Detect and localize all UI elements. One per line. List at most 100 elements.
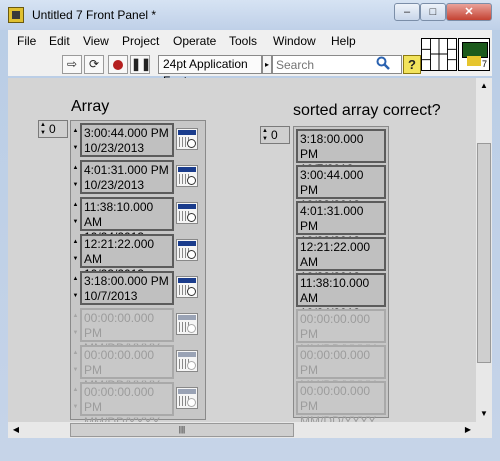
element-spinner-icon[interactable]: ▲ ▼ [72, 271, 79, 305]
vi-icon[interactable]: 7 [458, 38, 490, 71]
scroll-right-icon[interactable]: ▶ [462, 424, 474, 436]
element-spinner-icon[interactable]: ▲ ▼ [72, 234, 79, 268]
front-panel-window: Untitled 7 Front Panel * – □ ✕ File Edit… [0, 0, 500, 461]
sorted-index-display[interactable]: ▲ ▼ 0 [260, 126, 290, 144]
horizontal-scrollbar[interactable]: ◀ ||| ▶ [8, 422, 476, 438]
calendar-icon[interactable] [176, 313, 198, 335]
calendar-icon[interactable] [176, 239, 198, 261]
timestamp-time: 00:00:00.000 PM [300, 384, 371, 413]
element-spinner-icon[interactable]: ▲ ▼ [72, 382, 79, 416]
vertical-scrollbar[interactable]: ▲ ▼ [476, 78, 492, 422]
array-index-display[interactable]: ▲ ▼ 0 [38, 120, 68, 138]
menu-help[interactable]: Help [331, 34, 356, 48]
index-spinner-icon[interactable]: ▲ ▼ [261, 127, 269, 143]
sorted_indicator-item: 3:18:00.000 PM10/7/2013 [296, 129, 386, 176]
timestamp-time: 00:00:00.000 PM [84, 311, 155, 340]
scroll-left-icon[interactable]: ◀ [10, 424, 22, 436]
array_control-item[interactable]: ▲▼12:21:22.000 AM10/23/2013 [72, 234, 202, 281]
abort-icon[interactable] [108, 55, 128, 74]
minimize-button[interactable]: – [394, 3, 420, 21]
font-selector[interactable]: 24pt Application Font [158, 55, 262, 88]
calendar-icon[interactable] [176, 165, 198, 187]
align-arrow-icon[interactable]: ▸ [262, 55, 272, 74]
array-index-value[interactable]: 0 [49, 122, 56, 136]
element-spinner-icon[interactable]: ▲ ▼ [72, 345, 79, 379]
calendar-icon[interactable] [176, 128, 198, 150]
element-spinner-icon[interactable]: ▲ ▼ [72, 197, 79, 231]
timestamp-time: 3:00:44.000 PM [84, 126, 169, 140]
timestamp-time: 00:00:00.000 PM [300, 348, 371, 377]
context-help-button[interactable]: ? [403, 55, 421, 74]
sorted_indicator-item: 11:38:10.000 AM10/24/2013 [296, 273, 386, 320]
element-spinner-icon[interactable]: ▲ ▼ [72, 160, 79, 194]
timestamp-field[interactable]: 11:38:10.000 AM10/24/2013 [80, 197, 174, 244]
timestamp-time: 12:21:22.000 AM [84, 237, 155, 266]
timestamp-time: 11:38:10.000 AM [84, 200, 154, 229]
close-button[interactable]: ✕ [446, 3, 492, 21]
scroll-up-icon[interactable]: ▲ [478, 80, 490, 92]
toolbar: ⇨ ⟳ ❚❚ 24pt Application Font ▸ ? [8, 52, 492, 88]
array_control-item[interactable]: ▲▼00:00:00.000 PMMM/DD/YYYY [72, 308, 202, 355]
labview-vi-icon[interactable] [8, 7, 24, 23]
sorted_indicator-item: 4:01:31.000 PM10/23/2013 [296, 201, 386, 248]
search-icon[interactable] [376, 56, 390, 70]
timestamp-time: 00:00:00.000 PM [84, 385, 155, 414]
timestamp-time: 00:00:00.000 PM [300, 312, 371, 341]
timestamp-field[interactable]: 3:00:44.000 PM 10/23/2013 [80, 123, 174, 157]
menu-window[interactable]: Window [273, 34, 316, 48]
vertical-scroll-thumb[interactable] [477, 143, 491, 363]
run-arrow-icon[interactable]: ⇨ [62, 55, 82, 74]
menu-edit[interactable]: Edit [49, 34, 70, 48]
timestamp-time: 3:00:44.000 PM [300, 168, 364, 197]
sorted-index-value[interactable]: 0 [271, 128, 278, 142]
sorted-array-label: sorted array correct? [293, 102, 441, 119]
timestamp-field[interactable]: 12:21:22.000 AM10/23/2013 [80, 234, 174, 281]
calendar-icon[interactable] [176, 276, 198, 298]
menu-file[interactable]: File [17, 34, 36, 48]
timestamp-date: 10/23/2013 [84, 141, 145, 155]
timestamp-field[interactable]: 00:00:00.000 PMMM/DD/YYYY [80, 308, 174, 355]
timestamp-date: 10/7/2013 [84, 289, 138, 303]
timestamp-field[interactable]: 00:00:00.000 PMMM/DD/YYYY [80, 382, 174, 429]
menu-tools[interactable]: Tools [229, 34, 257, 48]
array_control-item[interactable]: ▲ ▼ 3:18:00.000 PM 10/7/2013 [72, 271, 202, 305]
timestamp-time: 11:38:10.000 AM [300, 276, 370, 305]
timestamp-date: 10/23/2013 [84, 178, 145, 192]
menu-operate[interactable]: Operate [173, 34, 216, 48]
array_control-item[interactable]: ▲ ▼ 3:00:44.000 PM 10/23/2013 [72, 123, 202, 157]
title-bar[interactable]: Untitled 7 Front Panel * – □ ✕ [0, 0, 500, 30]
connector-pane-icon[interactable] [421, 38, 457, 71]
menu-project[interactable]: Project [122, 34, 159, 48]
timestamp-time: 00:00:00.000 PM [84, 348, 155, 377]
array_control-item[interactable]: ▲▼11:38:10.000 AM10/24/2013 [72, 197, 202, 244]
scroll-down-icon[interactable]: ▼ [478, 408, 490, 420]
timestamp-time: 3:18:00.000 PM [300, 132, 364, 161]
timestamp-time: 12:21:22.000 AM [300, 240, 371, 269]
sorted_indicator-item: 00:00:00.000 PMMM/DD/YYYY [296, 345, 386, 392]
window-title: Untitled 7 Front Panel * [32, 8, 157, 22]
vi-icon-number: 7 [481, 59, 487, 69]
timestamp-time: 4:01:31.000 PM [84, 163, 169, 177]
horizontal-scroll-thumb[interactable]: ||| [70, 423, 294, 437]
element-spinner-icon[interactable]: ▲ ▼ [72, 308, 79, 342]
sorted_indicator-item: 3:00:44.000 PM10/23/2013 [296, 165, 386, 212]
scrollbar-corner [476, 422, 492, 438]
array_control-item[interactable]: ▲▼00:00:00.000 PMMM/DD/YYYY [72, 382, 202, 429]
calendar-icon[interactable] [176, 350, 198, 372]
timestamp-field[interactable]: 4:01:31.000 PM 10/23/2013 [80, 160, 174, 194]
menu-view[interactable]: View [83, 34, 109, 48]
maximize-button[interactable]: □ [420, 3, 446, 21]
calendar-icon[interactable] [176, 387, 198, 409]
pause-icon[interactable]: ❚❚ [130, 55, 151, 74]
timestamp-field[interactable]: 00:00:00.000 PMMM/DD/YYYY [80, 345, 174, 392]
front-panel: Array ▲ ▼ 0 ▲ ▼ 3:00:44.000 PM 10/23/2013 ▲ ▼ 4… [8, 78, 476, 429]
menu-bar: File Edit View Project Operate Tools Win… [8, 30, 492, 52]
array_control-item[interactable]: ▲ ▼ 4:01:31.000 PM 10/23/2013 [72, 160, 202, 194]
run-continuously-icon[interactable]: ⟳ [84, 55, 104, 74]
calendar-icon[interactable] [176, 202, 198, 224]
element-spinner-icon[interactable]: ▲ ▼ [72, 123, 79, 157]
index-spinner-icon[interactable]: ▲ ▼ [39, 121, 47, 137]
sorted_indicator-item: 00:00:00.000 PMMM/DD/YYYY [296, 381, 386, 428]
timestamp-field[interactable]: 3:18:00.000 PM 10/7/2013 [80, 271, 174, 305]
array_control-item[interactable]: ▲▼00:00:00.000 PMMM/DD/YYYY [72, 345, 202, 392]
